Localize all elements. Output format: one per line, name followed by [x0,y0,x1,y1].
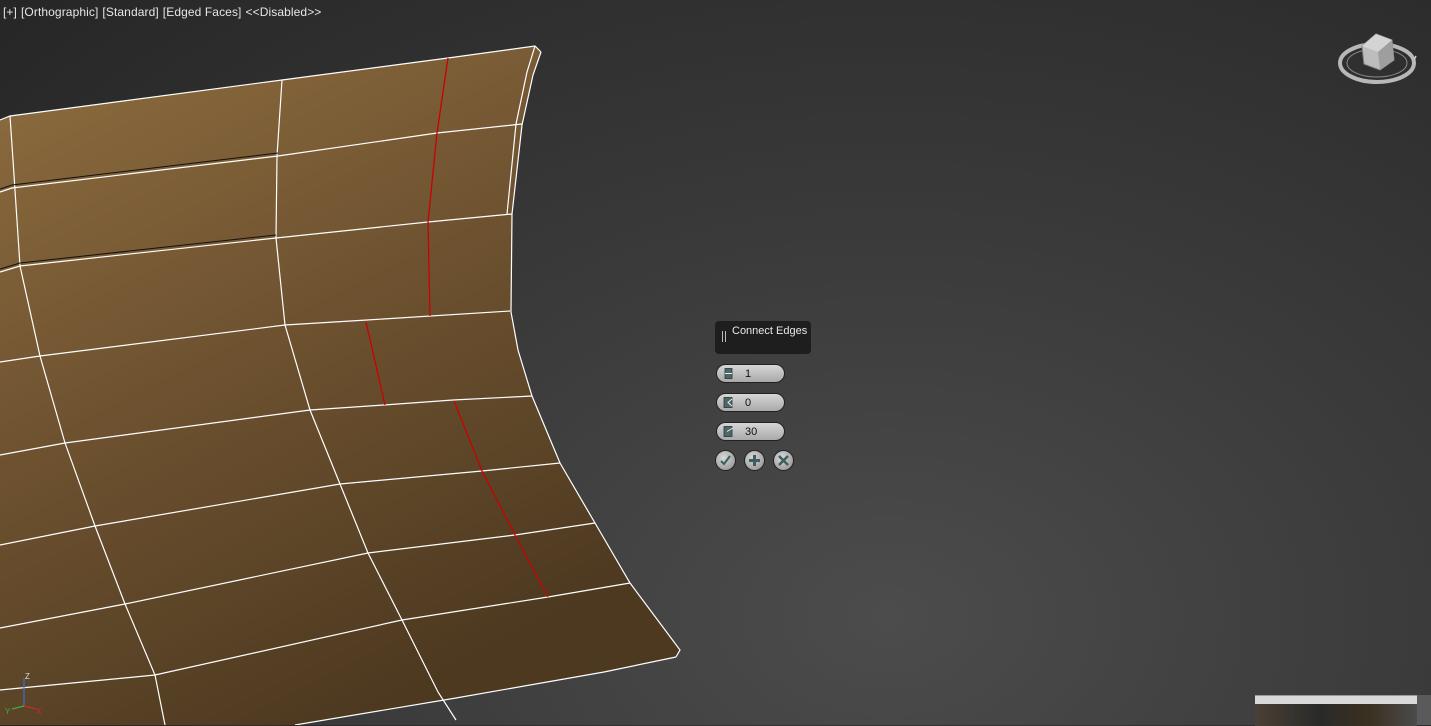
thumbnail-side-panel [1417,695,1431,725]
axis-y-label: Y [5,707,11,716]
axis-z-label: Z [25,672,30,681]
caddy-grip-handle[interactable] [722,331,726,342]
segments-value[interactable]: 1 [745,368,751,380]
check-icon [720,455,731,466]
segments-spinner[interactable]: 1 [716,364,785,383]
mesh-surface[interactable] [0,0,1431,725]
caddy-title-bar[interactable]: Connect Edges [715,321,811,354]
taskbar-thumbnail[interactable] [1255,695,1417,726]
pinch-value[interactable]: 0 [745,397,751,409]
plus-icon [749,455,760,466]
slide-spinner[interactable]: 30 [716,422,785,441]
slide-icon [723,426,734,437]
pinch-icon [723,397,733,408]
axis-tripod-icon: Z X Y [5,672,42,716]
ok-button[interactable] [715,450,736,471]
apply-continue-button[interactable] [744,450,765,471]
segments-icon [724,368,733,379]
close-icon [778,455,789,466]
slide-value[interactable]: 30 [745,426,757,438]
mesh-faces[interactable] [0,46,680,725]
thumbnail-toolbar [1255,696,1417,704]
viewcube-icon[interactable] [1336,30,1418,88]
axis-x-label: X [36,707,42,716]
pinch-spinner[interactable]: 0 [716,393,785,412]
cancel-button[interactable] [773,450,794,471]
caddy-title: Connect Edges [732,325,808,337]
